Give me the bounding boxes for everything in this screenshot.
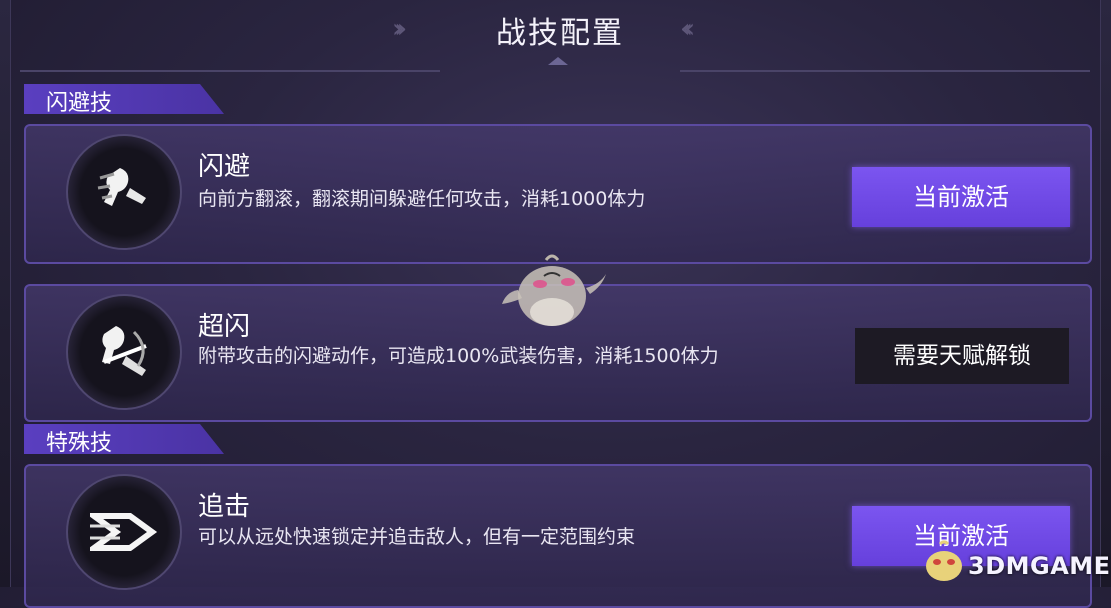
skill-desc: 附带攻击的闪避动作，可造成100%武装伤害，消耗1500体力 [198, 345, 719, 367]
section-tag-special: 特殊技 [24, 424, 224, 454]
left-frame-border [0, 0, 11, 587]
header-notch [548, 57, 568, 65]
skill-name: 闪避 [198, 152, 251, 182]
skill-desc: 可以从远处快速锁定并追击敌人，但有一定范围约束 [198, 526, 636, 548]
header-divider-left [20, 70, 440, 72]
header: ››› 战技配置 ‹‹‹ [0, 0, 1111, 65]
right-frame-border [1100, 0, 1111, 587]
pursuit-icon [66, 474, 182, 590]
header-divider-right [680, 70, 1090, 72]
watermark-text: 3DMGAME [968, 552, 1111, 580]
chevron-left-decor-icon: ‹‹‹ [680, 14, 695, 44]
unlock-required-button[interactable]: 需要天赋解锁 [855, 328, 1069, 384]
section-label: 特殊技 [46, 431, 113, 456]
watermark-logo-icon [920, 540, 968, 588]
section-tag-dodge: 闪避技 [24, 84, 224, 114]
active-button[interactable]: 当前激活 [852, 167, 1070, 227]
skill-name: 追击 [198, 492, 251, 522]
page-title: 战技配置 [496, 16, 624, 51]
chevron-right-decor-icon: ››› [392, 14, 407, 44]
mascot-watermark-icon [500, 250, 610, 339]
section-label: 闪避技 [46, 91, 113, 116]
super-dodge-icon [66, 294, 182, 410]
skill-desc: 向前方翻滚，翻滚期间躲避任何攻击，消耗1000体力 [198, 188, 646, 210]
skill-name: 超闪 [198, 312, 251, 342]
dodge-roll-icon [66, 134, 182, 250]
